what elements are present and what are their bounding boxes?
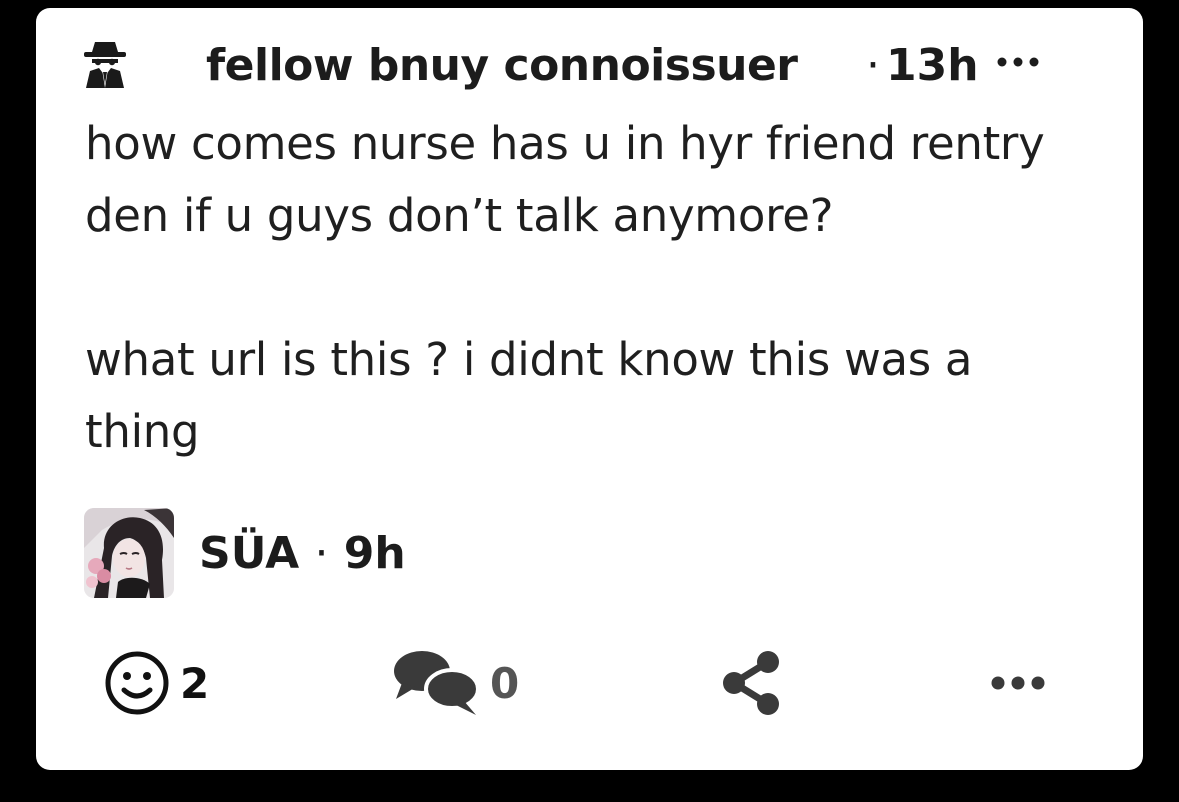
avatar-image	[84, 508, 174, 598]
reply-row[interactable]: SÜA · 9h	[36, 508, 1143, 600]
reply-time: 9h	[343, 528, 406, 579]
share-button[interactable]	[720, 648, 784, 718]
post-time: · 13h	[866, 40, 979, 91]
reactions-button[interactable]: 2	[102, 648, 209, 718]
time-separator: ·	[866, 40, 880, 91]
reply-separator: ·	[314, 528, 329, 579]
action-bar: 2 0	[36, 648, 1143, 728]
smiley-icon	[105, 651, 169, 715]
speech-bubbles-icon	[394, 651, 480, 715]
more-icon	[991, 676, 1045, 690]
reply-author[interactable]: SÜA · 9h	[199, 528, 406, 579]
reply-author-name: SÜA	[199, 528, 300, 579]
post-header: fellow bnuy connoissuer · 13h	[36, 38, 1143, 98]
share-icon	[723, 651, 779, 715]
post-card: fellow bnuy connoissuer · 13h how comes n…	[36, 8, 1143, 770]
spy-icon	[84, 42, 126, 88]
post-more-icon[interactable]	[996, 56, 1040, 68]
post-body: how comes nurse has u in hyr friend rent…	[85, 117, 1045, 458]
reactions-count: 2	[180, 658, 210, 708]
post-time-value: 13h	[886, 40, 979, 91]
more-button[interactable]	[986, 648, 1050, 718]
avatar[interactable]	[84, 508, 174, 598]
comments-count: 0	[490, 658, 520, 708]
post-author-name[interactable]: fellow bnuy connoissuer	[206, 40, 798, 91]
comments-button[interactable]: 0	[392, 648, 519, 718]
